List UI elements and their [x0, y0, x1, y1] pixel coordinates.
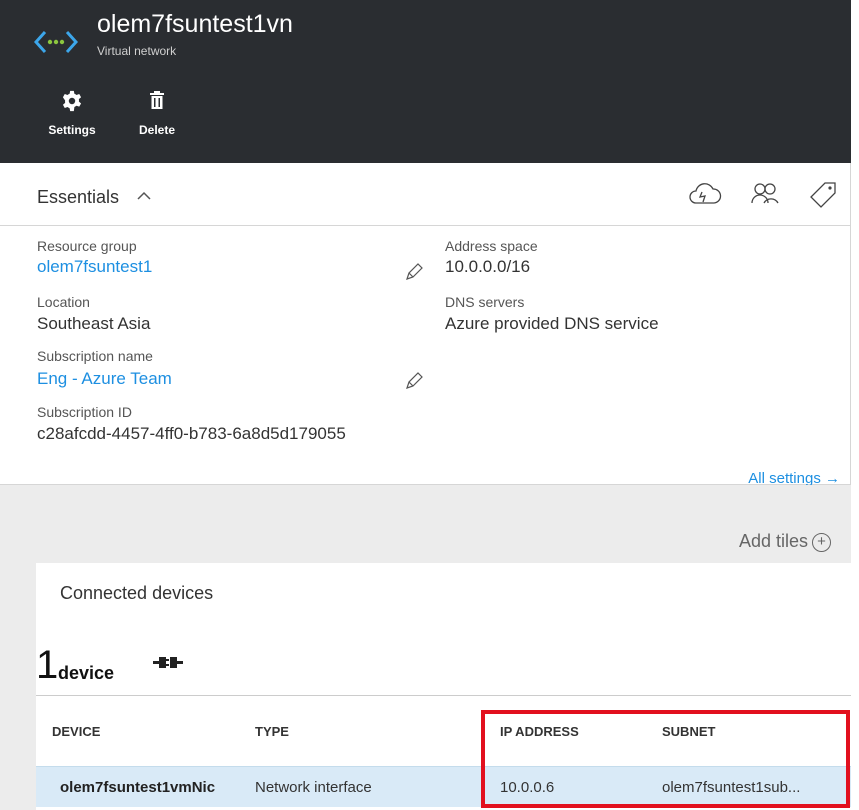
device-count-unit: device: [58, 663, 115, 683]
table-row[interactable]: olem7fsuntest1vmNic Network interface 10…: [36, 766, 851, 807]
ip-address-cell: 10.0.0.6: [500, 779, 555, 796]
essentials-header: Essentials: [0, 163, 851, 226]
gear-icon: [46, 90, 98, 112]
column-header-device[interactable]: DEVICE: [52, 724, 100, 739]
edit-resource-group-icon[interactable]: [404, 262, 424, 287]
location-value: Southeast Asia: [37, 314, 151, 333]
tile-title: Connected devices: [60, 583, 214, 603]
location-label: Location: [37, 294, 90, 310]
add-tiles-label: Add tiles: [738, 531, 808, 551]
type-cell: Network interface: [255, 779, 372, 796]
page-title: olem7fsuntest1vn: [97, 10, 293, 38]
subscription-id-label: Subscription ID: [37, 404, 132, 420]
plus-circle-icon: +: [812, 532, 831, 552]
add-tiles-button[interactable]: Add tiles +: [739, 531, 831, 552]
essentials-title: Essentials: [37, 187, 120, 207]
resource-group-link[interactable]: olem7fsuntest1: [37, 257, 152, 277]
edit-subscription-icon[interactable]: [404, 371, 424, 396]
address-space-label: Address space: [445, 238, 538, 254]
page-subtitle: Virtual network: [97, 44, 177, 58]
column-header-subnet[interactable]: SUBNET: [662, 724, 715, 739]
users-icon[interactable]: [750, 181, 780, 212]
delete-label: Delete: [138, 123, 176, 137]
column-header-ip-address[interactable]: IP ADDRESS: [500, 724, 579, 739]
device-cell: olem7fsuntest1vmNic: [60, 779, 216, 796]
delete-button[interactable]: Delete: [138, 90, 176, 137]
chevron-up-icon[interactable]: [137, 188, 151, 206]
settings-button[interactable]: Settings: [46, 90, 98, 137]
tiles-area: Add tiles + Connected devices 1 device DE…: [0, 485, 851, 810]
dns-servers-label: DNS servers: [445, 294, 525, 310]
subscription-name-label: Subscription name: [37, 348, 153, 364]
table-divider: [36, 695, 851, 696]
essentials-panel: Resource group olem7fsuntest1 Location S…: [0, 226, 851, 487]
virtual-network-icon: [33, 26, 79, 63]
device-count: 1: [36, 643, 59, 687]
tag-icon[interactable]: [808, 181, 838, 214]
trash-icon: [138, 90, 176, 112]
cloud-quickstart-icon[interactable]: [688, 181, 722, 212]
resource-group-label: Resource group: [37, 238, 137, 254]
settings-label: Settings: [48, 123, 96, 137]
subscription-name-link[interactable]: Eng - Azure Team: [37, 369, 172, 389]
plug-icon: [153, 655, 183, 676]
address-space-value: 10.0.0.0/16: [445, 257, 531, 276]
subnet-cell: olem7fsuntest1sub...: [662, 779, 801, 796]
resource-header: olem7fsuntest1vn Virtual network Setting…: [0, 0, 851, 163]
subscription-id-value: c28afcdd-4457-4ff0-b783-6a8d5d179055: [37, 424, 346, 443]
connected-devices-tile[interactable]: Connected devices 1 device DEVICE TYPE I…: [36, 563, 851, 810]
dns-servers-value: Azure provided DNS service: [445, 314, 659, 333]
column-header-type[interactable]: TYPE: [255, 724, 289, 739]
